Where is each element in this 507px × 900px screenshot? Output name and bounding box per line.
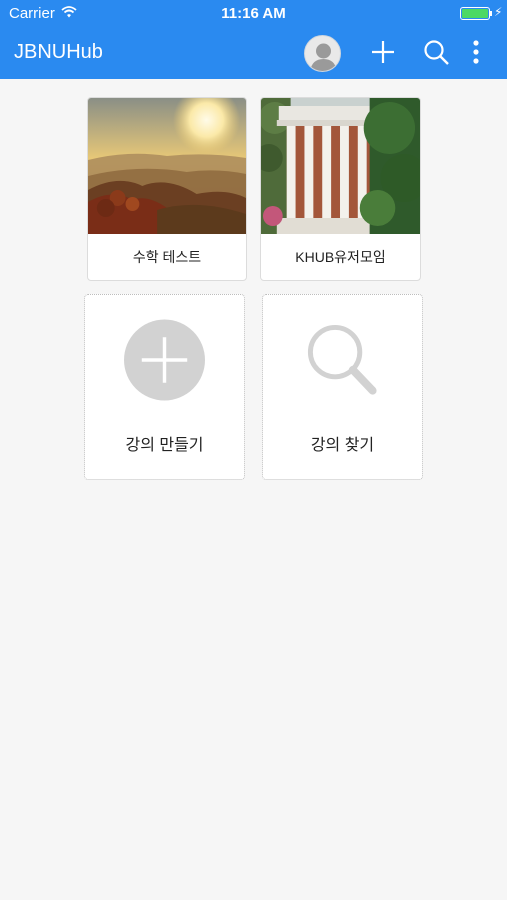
course-card[interactable]: KHUB유저모임	[260, 97, 421, 281]
course-card[interactable]: 수학 테스트	[87, 97, 247, 281]
more-vertical-icon[interactable]	[472, 39, 480, 70]
search-icon[interactable]	[423, 39, 450, 71]
battery-icon	[460, 7, 490, 20]
create-course-button[interactable]: 강의 만들기	[84, 294, 245, 480]
search-icon	[307, 324, 377, 395]
find-course-button[interactable]: 강의 찾기	[262, 294, 423, 480]
find-course-label: 강의 찾기	[310, 437, 375, 454]
course-image-sunrise	[88, 98, 246, 234]
course-title: 수학 테스트	[132, 249, 202, 265]
avatar[interactable]	[304, 35, 341, 72]
add-icon[interactable]	[370, 39, 396, 70]
create-course-label: 강의 만들기	[125, 437, 204, 454]
navigation-bar: JBNUHub	[0, 28, 507, 79]
battery-fill	[462, 9, 488, 18]
battery-cap	[490, 11, 492, 16]
app-title: JBNUHub	[14, 41, 103, 63]
course-image-building	[261, 98, 420, 234]
course-title: KHUB유저모임	[295, 249, 386, 265]
charging-bolt-icon: ⚡	[494, 5, 503, 19]
status-bar: Carrier 11:16 AM ⚡	[0, 0, 507, 28]
add-circle-icon	[124, 319, 205, 401]
status-time: 11:16 AM	[221, 5, 286, 22]
